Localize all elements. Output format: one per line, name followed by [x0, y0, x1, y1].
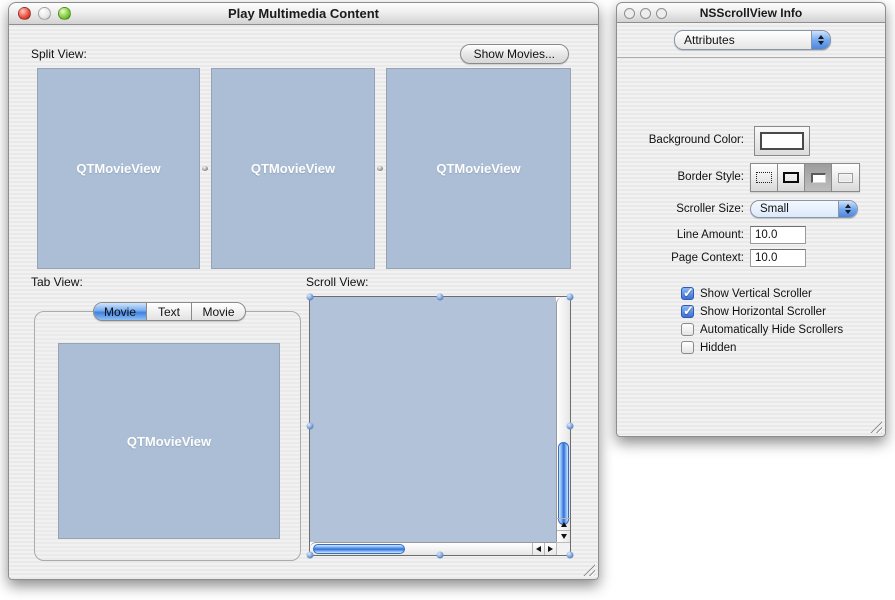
vertical-scrollbar[interactable]: [556, 297, 570, 542]
arrow-left-icon: [536, 546, 541, 552]
toolbar-separator: [617, 57, 885, 58]
scroll-right-button[interactable]: [544, 543, 556, 555]
popup-arrows-icon: [838, 201, 857, 217]
selection-handle[interactable]: [307, 294, 314, 301]
tab-bar: Movie Text Movie: [93, 302, 246, 321]
line-border-icon: [783, 172, 799, 183]
border-style-segment[interactable]: [778, 164, 805, 191]
resize-grip-icon[interactable]: [582, 563, 595, 576]
tab-text[interactable]: Text: [147, 303, 192, 320]
border-style-segment[interactable]: [832, 164, 859, 191]
checkbox-label: Automatically Hide Scrollers: [700, 324, 843, 336]
line-amount-label: Line Amount:: [677, 229, 744, 241]
divider-dimple-icon: [202, 166, 208, 171]
show-horizontal-scroller-row[interactable]: ✓ Show Horizontal Scroller: [681, 304, 826, 319]
hidden-checkbox[interactable]: ✓: [681, 341, 694, 354]
scroll-view-content: [310, 297, 556, 542]
minimize-button-icon[interactable]: [640, 8, 651, 19]
tab-view-label: Tab View:: [31, 275, 83, 289]
color-swatch: [760, 132, 804, 150]
scroll-down-button[interactable]: [557, 530, 570, 542]
inspector-window-controls: [624, 8, 667, 19]
show-movies-button[interactable]: Show Movies...: [460, 44, 569, 64]
selection-handle[interactable]: [567, 294, 574, 301]
no-border-icon: [756, 172, 772, 183]
checkbox-label: Hidden: [700, 342, 736, 354]
divider-dimple-icon: [377, 166, 383, 171]
selection-handle[interactable]: [437, 294, 444, 301]
background-color-well[interactable]: [754, 126, 810, 156]
minimize-button-icon[interactable]: [38, 7, 51, 20]
arrow-down-icon: [561, 534, 567, 539]
inspector-title: NSScrollView Info: [700, 6, 802, 20]
inspector-window: NSScrollView Info Attributes Background …: [616, 2, 886, 437]
background-color-label: Background Color:: [649, 134, 744, 146]
scroll-view[interactable]: [309, 296, 571, 556]
arrow-right-icon: [548, 546, 553, 552]
resize-grip-icon[interactable]: [869, 420, 882, 433]
inspector-titlebar[interactable]: NSScrollView Info: [617, 3, 885, 23]
movie-pane[interactable]: QTMovieView: [386, 68, 571, 269]
split-view-label: Split View:: [31, 47, 87, 61]
popup-value: Attributes: [675, 33, 811, 47]
scroller-size-popup[interactable]: Small: [750, 200, 858, 218]
horizontal-scrollbar-arrows: [532, 543, 556, 555]
split-divider[interactable]: [200, 68, 210, 269]
vertical-scrollbar-arrows: [557, 518, 570, 542]
page-context-field[interactable]: 10.0: [750, 249, 806, 267]
border-style-label: Border Style:: [678, 171, 744, 183]
checkbox-label: Show Vertical Scroller: [700, 288, 812, 300]
window-controls: [18, 7, 71, 20]
inspector-pane-popup[interactable]: Attributes: [674, 30, 831, 50]
popup-value: Small: [751, 203, 838, 215]
zoom-button-icon[interactable]: [58, 7, 71, 20]
vertical-scrollbar-thumb[interactable]: [558, 442, 569, 525]
hidden-row[interactable]: ✓ Hidden: [681, 340, 736, 355]
scroll-up-button[interactable]: [557, 518, 570, 530]
show-vertical-scroller-checkbox[interactable]: ✓: [681, 287, 694, 300]
window-title: Play Multimedia Content: [228, 6, 379, 21]
tab-movie-2[interactable]: Movie: [192, 303, 245, 320]
checkbox-label: Show Horizontal Scroller: [700, 306, 826, 318]
scroll-left-button[interactable]: [532, 543, 544, 555]
selection-handle[interactable]: [567, 423, 574, 430]
border-style-segment[interactable]: [751, 164, 778, 191]
line-amount-field[interactable]: 10.0: [750, 226, 806, 244]
zoom-button-icon[interactable]: [656, 8, 667, 19]
horizontal-scrollbar[interactable]: [310, 542, 556, 555]
auto-hide-scrollers-row[interactable]: ✓ Automatically Hide Scrollers: [681, 322, 843, 337]
movie-pane[interactable]: QTMovieView: [211, 68, 375, 269]
movie-pane[interactable]: QTMovieView: [37, 68, 200, 269]
selection-handle[interactable]: [437, 552, 444, 559]
selection-handle[interactable]: [307, 552, 314, 559]
checkmark-icon: ✓: [683, 285, 694, 301]
selection-handle[interactable]: [307, 423, 314, 430]
show-vertical-scroller-row[interactable]: ✓ Show Vertical Scroller: [681, 286, 812, 301]
close-button-icon[interactable]: [624, 8, 635, 19]
horizontal-scrollbar-thumb[interactable]: [313, 544, 405, 554]
scroller-size-label: Scroller Size:: [676, 203, 744, 215]
page-context-label: Page Context:: [671, 252, 744, 264]
tab-movie-pane[interactable]: QTMovieView: [58, 343, 280, 539]
show-horizontal-scroller-checkbox[interactable]: ✓: [681, 305, 694, 318]
auto-hide-scrollers-checkbox[interactable]: ✓: [681, 323, 694, 336]
arrow-up-icon: [561, 522, 567, 527]
main-window: Play Multimedia Content Split View: Show…: [8, 2, 599, 580]
popup-arrows-icon: [811, 31, 830, 49]
close-button-icon[interactable]: [18, 7, 31, 20]
tab-movie-1[interactable]: Movie: [94, 303, 147, 320]
bezel-border-icon: [811, 173, 826, 183]
border-style-segments: [750, 163, 860, 192]
groove-border-icon: [838, 173, 853, 183]
selection-handle[interactable]: [567, 552, 574, 559]
scroll-view-label: Scroll View:: [306, 275, 368, 289]
checkmark-icon: ✓: [683, 303, 694, 319]
border-style-segment[interactable]: [805, 164, 832, 191]
main-titlebar[interactable]: Play Multimedia Content: [9, 3, 598, 25]
split-divider[interactable]: [375, 68, 385, 269]
